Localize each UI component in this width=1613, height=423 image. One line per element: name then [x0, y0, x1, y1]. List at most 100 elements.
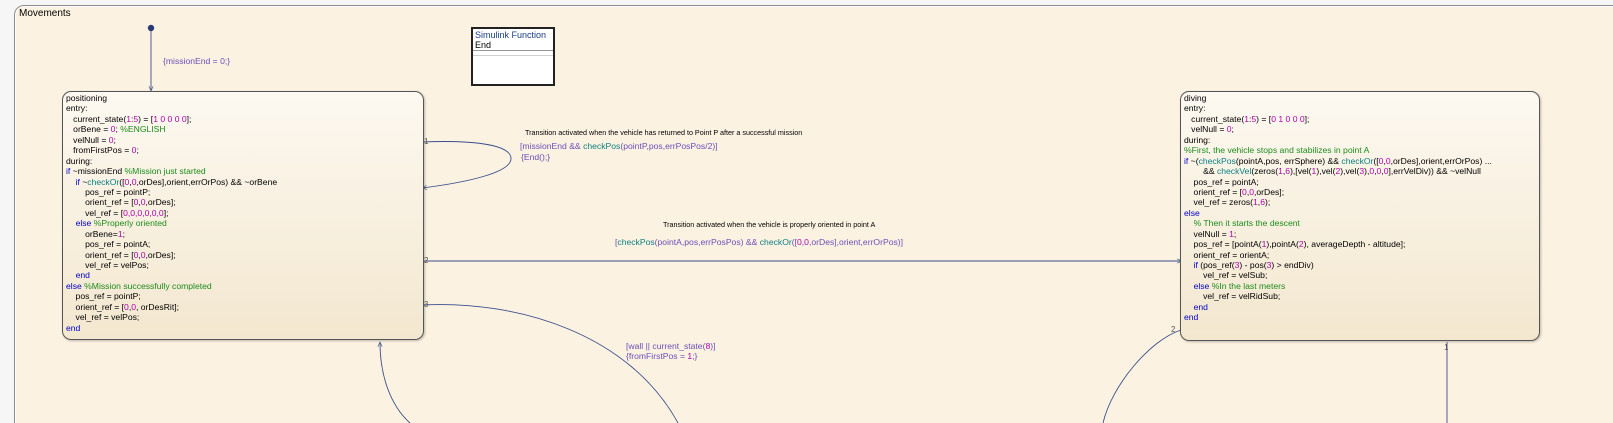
- positioning-code-line: positioning: [66, 93, 277, 103]
- code-token: pos_ref = pointA;: [66, 239, 151, 250]
- diving-code: diving entry: current_state(1:5) = [0 1 0…: [1184, 93, 1492, 323]
- self-loop-transition[interactable]: [422, 141, 512, 188]
- function-token: checkVel: [1216, 166, 1252, 177]
- comment-token: %ENGLISH: [120, 124, 166, 135]
- default-transition-dot[interactable]: [147, 24, 155, 32]
- code-token: );: [1264, 197, 1271, 208]
- self-loop-action[interactable]: {End();}: [521, 152, 550, 162]
- to-diving-condition[interactable]: [checkPos(pointA,pos,errPosPos) && check…: [615, 237, 903, 247]
- code-token: velNull =: [1184, 228, 1230, 239]
- comment-token: %In the last meters: [1211, 280, 1286, 291]
- code-token: ;}: [692, 351, 698, 361]
- positioning-code-line: orBene=1;: [66, 229, 277, 239]
- diving-code-line: orient_ref = orientA;: [1184, 250, 1492, 260]
- default-transition-label[interactable]: {missionEnd = 0;}: [163, 56, 230, 66]
- diving-code-line: pos_ref = pointA;: [1184, 177, 1492, 187]
- diving-code-line: during:: [1184, 135, 1492, 145]
- self-loop-note: Transition activated when the vehicle ha…: [525, 128, 803, 137]
- code-token: ),pointA(: [1266, 239, 1299, 250]
- positioning-code-line: pos_ref = pointA;: [66, 239, 277, 249]
- positioning-code-line: else %Properly oriented: [66, 218, 277, 228]
- code-token: orient_ref = [: [66, 249, 134, 260]
- code-token: ,orDes];: [145, 249, 176, 260]
- diving-code-line: vel_ref = velRidSub;: [1184, 291, 1492, 301]
- code-token: pos_ref = pointA;: [1184, 176, 1259, 187]
- diving-code-line: && checkVel(zeros(1,6),[vel(1),vel(2),ve…: [1184, 166, 1492, 176]
- positioning-code-line: orBene = 0; %ENGLISH: [66, 124, 277, 134]
- code-token: ,orDes],orient,errOrPos) ...: [1390, 155, 1492, 166]
- diving-code-line: else %In the last meters: [1184, 281, 1492, 291]
- simulink-function-block[interactable]: Simulink Function End: [471, 27, 555, 86]
- positioning-code-line: end: [66, 323, 277, 333]
- stateflow-canvas: Movements {missionEnd = 0;} Simulink Fun…: [0, 0, 1613, 423]
- diving-code-line: velNull = 1;: [1184, 229, 1492, 239]
- diving-code-line: %First, the vehicle stops and stabilizes…: [1184, 145, 1492, 155]
- keyword-token: else: [75, 218, 92, 229]
- diving-out-2-wire[interactable]: [1102, 329, 1182, 423]
- code-token: (pos_ref(: [1197, 260, 1235, 270]
- code-token: , orDesRit];: [136, 301, 179, 312]
- code-token: ;: [122, 228, 126, 239]
- diving-code-line: diving: [1184, 93, 1492, 103]
- code-token: ,orDes],orient,errOrPos) && ~orBene: [136, 176, 278, 187]
- diving-code-line: entry:: [1184, 103, 1492, 113]
- state-diving[interactable]: diving entry: current_state(1:5) = [0 1 0…: [1180, 91, 1540, 341]
- code-token: (pointA,pos, errSphere) &&: [1235, 155, 1342, 166]
- code-token: ,orDes];: [1254, 186, 1285, 197]
- positioning-code-line: if ~missionEnd %Mission just started: [66, 166, 277, 176]
- positioning-code-line: current_state(1:5) = [1 0 0 0 0];: [66, 114, 277, 124]
- self-loop-condition[interactable]: [missionEnd && checkPos(pointP,pos,errPo…: [520, 141, 718, 151]
- code-token: ;: [113, 134, 116, 145]
- comment-token: %First, the vehicle stops and stabilizes…: [1184, 145, 1370, 156]
- diving-code-line: if (pos_ref(3) - pos(3) > endDiv): [1184, 260, 1492, 270]
- positioning-code-line: entry:: [66, 103, 277, 113]
- keyword-token: end: [66, 322, 81, 333]
- comment-token: % Then it starts the descent: [1193, 218, 1300, 229]
- positioning-code-line: orient_ref = [0,0,orDes];: [66, 197, 277, 207]
- positioning-code-line: pos_ref = pointP;: [66, 291, 277, 301]
- code-token: velNull =: [66, 134, 109, 145]
- code-token: vel_ref = velSub;: [1184, 270, 1268, 281]
- code-token: ~(: [1188, 155, 1199, 166]
- code-token: vel_ref = velRidSub;: [1184, 291, 1281, 302]
- code-token: orient_ref = [: [1184, 186, 1243, 197]
- to-diving-order: 2: [424, 256, 429, 265]
- code-token: orient_ref = [: [66, 197, 134, 208]
- simulink-function-divider: [473, 55, 553, 56]
- code-token: (pointP,pos,errPosPos/2)]: [620, 141, 718, 151]
- state-positioning[interactable]: positioning entry: current_state(1:5) = […: [62, 91, 424, 340]
- function-token: checkOr: [87, 176, 120, 187]
- code-token: ) > endDiv): [1271, 260, 1314, 270]
- code-token: ];: [186, 113, 192, 124]
- diving-out-1-order: 1: [1444, 343, 1449, 352]
- code-token: ,orDes];: [145, 197, 176, 208]
- code-token: (pointA,pos,errPosPos) &&: [654, 237, 760, 247]
- code-token: vel_ref = velPos;: [66, 312, 140, 323]
- code-token: ];: [1304, 113, 1310, 124]
- code-token: ), averageDepth - altitude];: [1303, 239, 1406, 250]
- positioning-code-line: fromFirstPos = 0;: [66, 145, 277, 155]
- self-loop-order: 1: [424, 137, 429, 146]
- transition-3-wire[interactable]: [421, 304, 679, 423]
- code-token: ;: [1233, 228, 1237, 239]
- incoming-positioning-wire[interactable]: [380, 342, 411, 423]
- number-token: 1 0 0 0 0: [153, 113, 187, 124]
- code-token: ) - pos(: [1239, 260, 1267, 270]
- down-3-action[interactable]: {fromFirstPos = 1;}: [626, 351, 697, 361]
- comment-token: %Properly oriented: [93, 218, 167, 229]
- down-3-condition[interactable]: [wall || current_state(8)]: [626, 341, 715, 351]
- code-token: current_state(: [66, 113, 127, 124]
- positioning-code-line: pos_ref = pointP;: [66, 187, 277, 197]
- keyword-token: else: [1193, 280, 1210, 291]
- code-token: ];: [163, 207, 169, 218]
- code-token: [wall || current_state(: [626, 341, 706, 351]
- code-token: orient_ref = [: [66, 301, 125, 312]
- diving-code-line: end: [1184, 312, 1492, 322]
- code-token: fromFirstPos =: [66, 145, 132, 156]
- function-token: checkOr: [1341, 155, 1374, 166]
- function-token: checkOr: [759, 237, 792, 247]
